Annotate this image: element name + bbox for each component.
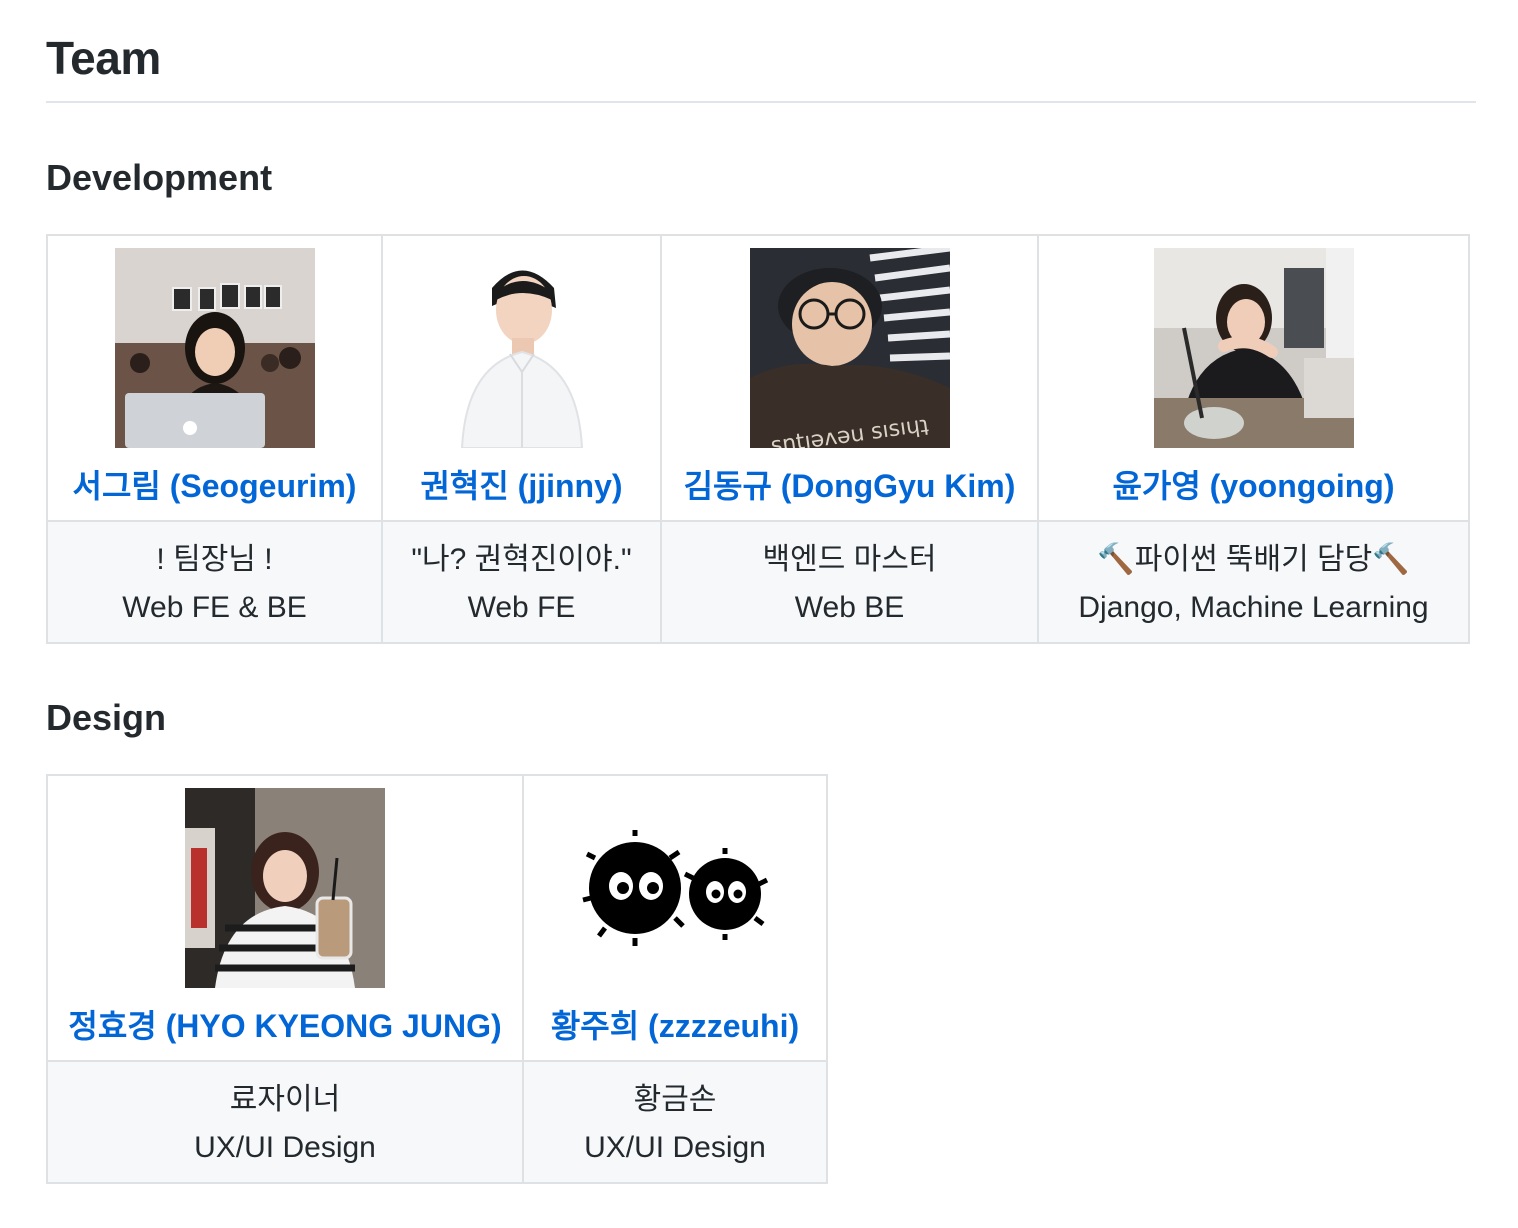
member-role: Web FE & BE	[122, 591, 307, 624]
member-photo-donggyu-kim[interactable]: sntıəʌəu sısıɥʇ	[749, 248, 950, 448]
member-tagline: 료자이너	[229, 1083, 341, 1116]
member-description-cell: 백엔드 마스터 Web BE	[660, 520, 1039, 644]
section-heading-development: Development	[46, 157, 273, 198]
member-cell: sntıəʌəu sısıɥʇ 김동규 (DongGyu Kim)	[660, 234, 1039, 522]
member-cell: 서그림 (Seogeurim)	[46, 234, 383, 522]
member-role: UX/UI Design	[584, 1131, 766, 1164]
member-link-hyo-kyeong-jung[interactable]: 정효경 (HYO KYEONG JUNG)	[48, 1006, 522, 1046]
section-heading-design: Design	[46, 697, 167, 738]
member-cell: 황주희 (zzzzeuhi)	[522, 774, 828, 1062]
member-link-yoongoing[interactable]: 윤가영 (yoongoing)	[1039, 466, 1468, 506]
table-row: 서그림 (Seogeurim) 권혁진 (jjinny) sntıəʌəu sı…	[46, 234, 1470, 522]
member-description-cell: 황금손 UX/UI Design	[522, 1060, 828, 1184]
member-role: Django, Machine Learning	[1078, 591, 1429, 624]
member-link-zzzzeuhi[interactable]: 황주희 (zzzzeuhi)	[524, 1006, 826, 1046]
member-photo-hyo-kyeong-jung[interactable]	[185, 788, 385, 988]
table-row: 료자이너 UX/UI Design 황금손 UX/UI Design	[46, 1060, 828, 1184]
member-description-cell: ! 팀장님 ! Web FE & BE	[46, 520, 383, 644]
table-row: 정효경 (HYO KYEONG JUNG) 황주희 (zzzzeuhi)	[46, 774, 828, 1062]
member-cell: 정효경 (HYO KYEONG JUNG)	[46, 774, 524, 1062]
design-team-table: 정효경 (HYO KYEONG JUNG) 황주희 (zzzzeuhi) 료자이…	[46, 774, 828, 1184]
member-tagline: 🔨파이썬 뚝배기 담당🔨	[1097, 543, 1410, 576]
member-role: Web BE	[794, 591, 905, 624]
member-photo-yoongoing[interactable]	[1153, 248, 1354, 448]
member-role: UX/UI Design	[194, 1131, 376, 1164]
heading-divider	[46, 101, 1476, 103]
member-link-seogeurim[interactable]: 서그림 (Seogeurim)	[48, 466, 381, 506]
member-photo-jjinny[interactable]	[421, 248, 622, 448]
member-role: Web FE	[467, 591, 576, 624]
page-title: Team	[46, 32, 161, 84]
member-description-cell: 🔨파이썬 뚝배기 담당🔨 Django, Machine Learning	[1037, 520, 1470, 644]
member-cell: 권혁진 (jjinny)	[381, 234, 662, 522]
member-photo-zzzzeuhi[interactable]	[575, 788, 775, 988]
member-photo-seogeurim[interactable]	[114, 248, 315, 448]
member-tagline: 백엔드 마스터	[762, 543, 937, 576]
member-tagline: ! 팀장님 !	[156, 543, 273, 576]
member-tagline: 황금손	[633, 1083, 717, 1116]
development-team-table: 서그림 (Seogeurim) 권혁진 (jjinny) sntıəʌəu sı…	[46, 234, 1470, 644]
table-row: ! 팀장님 ! Web FE & BE "나? 권혁진이야." Web FE 백…	[46, 520, 1470, 644]
member-tagline: "나? 권혁진이야."	[411, 543, 632, 576]
member-description-cell: 료자이너 UX/UI Design	[46, 1060, 524, 1184]
member-link-donggyu-kim[interactable]: 김동규 (DongGyu Kim)	[662, 466, 1037, 506]
member-description-cell: "나? 권혁진이야." Web FE	[381, 520, 662, 644]
member-link-jjinny[interactable]: 권혁진 (jjinny)	[383, 466, 660, 506]
member-cell: 윤가영 (yoongoing)	[1037, 234, 1470, 522]
